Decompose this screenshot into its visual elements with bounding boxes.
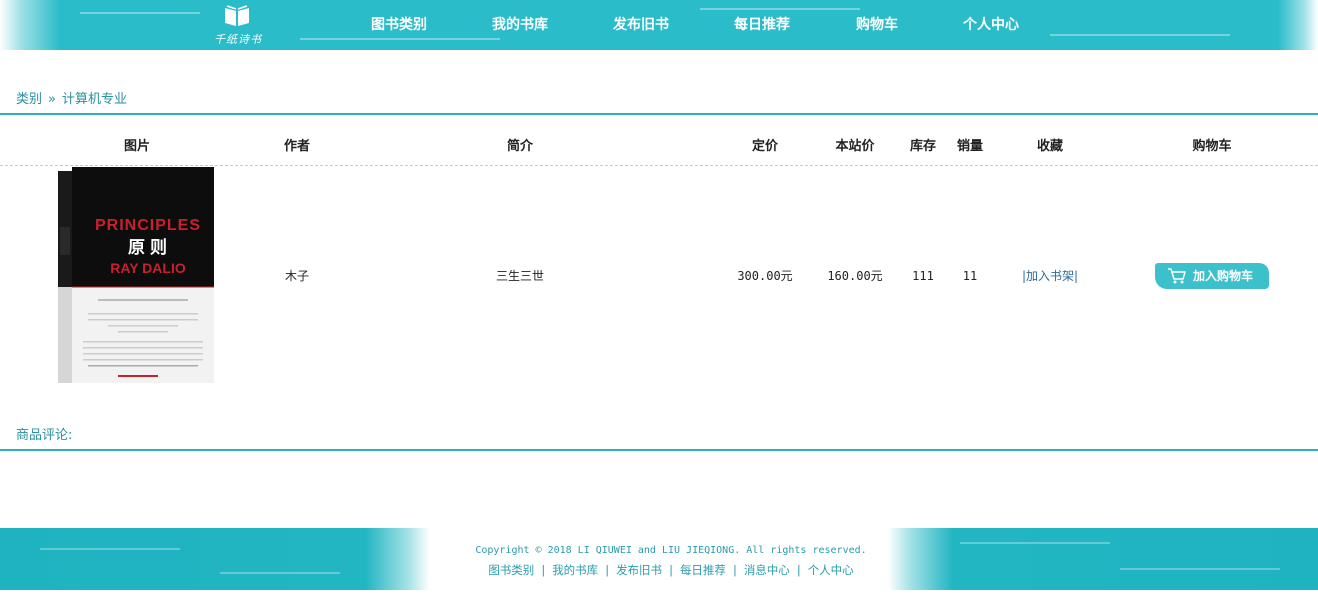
add-to-shelf-link[interactable]: |加入书架| bbox=[1022, 268, 1078, 284]
breadcrumb: 类别 » 计算机专业 bbox=[16, 92, 127, 108]
cover-title-en: PRINCIPLES bbox=[95, 217, 201, 234]
book-author: 木子 bbox=[284, 269, 310, 283]
footer-link-message-center[interactable]: 消息中心 bbox=[744, 563, 790, 577]
footer-link-separator: | bbox=[605, 563, 610, 577]
column-header-site-price: 本站价 bbox=[835, 139, 875, 154]
breadcrumb-category-link[interactable]: 类别 bbox=[16, 92, 42, 107]
book-site-price: 160.00元 bbox=[827, 269, 883, 283]
book-intro: 三生三世 bbox=[495, 269, 545, 283]
cover-title-cn: 原则 bbox=[128, 237, 172, 258]
nav-book-categories[interactable]: 图书类别 bbox=[371, 16, 427, 34]
column-header-favorite: 收藏 bbox=[1036, 139, 1064, 154]
footer-band-left bbox=[0, 528, 430, 590]
footer: Copyright © 2018 LI QIUWEI and LIU JIEQI… bbox=[0, 528, 1318, 597]
book-list-price: 300.00元 bbox=[737, 269, 793, 283]
book-stock: 111 bbox=[912, 269, 934, 283]
footer-link-book-categories[interactable]: 图书类别 bbox=[488, 563, 534, 577]
column-header-intro: 简介 bbox=[506, 139, 534, 154]
footer-band-right bbox=[888, 528, 1318, 590]
copyright-text: Copyright © 2018 LI QIUWEI and LIU JIEQI… bbox=[475, 545, 867, 556]
footer-link-separator: | bbox=[669, 563, 673, 577]
book-sales: 11 bbox=[962, 269, 978, 283]
footer-links: 图书类别 | 我的书库 | 发布旧书 | 每日推荐 | 消息中心 | 个人中心 bbox=[0, 563, 1318, 577]
footer-link-separator: | bbox=[732, 563, 737, 577]
column-header-author: 作者 bbox=[283, 139, 311, 154]
footer-link-personal-center[interactable]: 个人中心 bbox=[808, 563, 854, 577]
footer-link-separator: | bbox=[541, 563, 546, 577]
column-header-image: 图片 bbox=[123, 139, 151, 154]
footer-link-my-library[interactable]: 我的书库 bbox=[552, 563, 598, 577]
nav-personal-center[interactable]: 个人中心 bbox=[963, 16, 1019, 34]
shopping-cart-icon bbox=[1168, 268, 1186, 284]
table-header-divider bbox=[0, 165, 1318, 166]
book-cover-image[interactable]: PRINCIPLES 原则 RAY DALIO bbox=[58, 167, 216, 385]
nav-my-library[interactable]: 我的书库 bbox=[492, 16, 548, 34]
main-nav: 图书类别 我的书库 发布旧书 每日推荐 购物车 个人中心 bbox=[0, 0, 1318, 50]
footer-link-publish-used-book[interactable]: 发布旧书 bbox=[616, 563, 662, 577]
breadcrumb-divider bbox=[0, 113, 1318, 115]
nav-daily-recommend[interactable]: 每日推荐 bbox=[734, 16, 790, 34]
nav-publish-used-book[interactable]: 发布旧书 bbox=[613, 16, 669, 34]
breadcrumb-current-link[interactable]: 计算机专业 bbox=[62, 92, 127, 107]
column-header-sales: 销量 bbox=[956, 139, 984, 154]
cover-author-en: RAY DALIO bbox=[110, 260, 186, 276]
breadcrumb-separator: » bbox=[48, 92, 56, 107]
top-navbar: 千纸诗书 图书类别 我的书库 发布旧书 每日推荐 购物车 个人中心 bbox=[0, 0, 1318, 50]
comments-divider bbox=[0, 449, 1318, 451]
column-header-cart: 购物车 bbox=[1192, 139, 1232, 154]
column-header-list-price: 定价 bbox=[751, 139, 779, 154]
column-header-stock: 库存 bbox=[909, 139, 937, 154]
add-to-cart-button[interactable]: 加入购物车 bbox=[1155, 263, 1269, 289]
footer-link-daily-recommend[interactable]: 每日推荐 bbox=[680, 563, 726, 577]
nav-shopping-cart[interactable]: 购物车 bbox=[856, 16, 898, 34]
footer-link-separator: | bbox=[796, 563, 801, 577]
add-to-cart-label: 加入购物车 bbox=[1193, 269, 1254, 283]
comments-title: 商品评论: bbox=[16, 428, 73, 443]
